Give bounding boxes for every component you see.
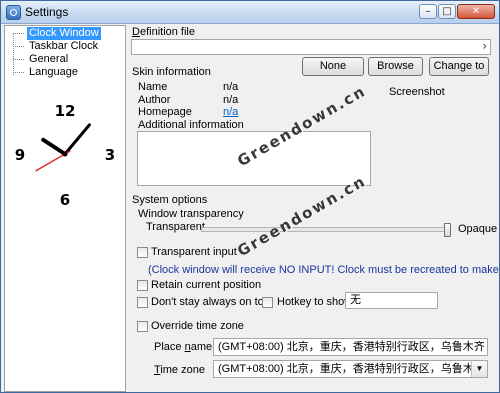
skin-homepage-key: Homepage <box>138 106 192 118</box>
transparent-label: Transparent <box>146 221 205 233</box>
window-title: Settings <box>25 5 69 19</box>
change-to-button[interactable]: Change to <box>429 57 489 76</box>
time-zone-select[interactable]: (GMT+08:00) 北京，重庆，香港特别行政区，乌鲁木齐 ▼ <box>213 360 488 378</box>
transparency-slider-track[interactable] <box>201 227 449 232</box>
clock-center <box>62 151 68 157</box>
clock-numeral-6: 6 <box>60 191 70 209</box>
close-button[interactable]: ✕ <box>457 4 495 19</box>
skin-author-value: n/a <box>223 94 239 106</box>
transparent-input-note: (Clock window will receive NO INPUT! Clo… <box>148 264 499 276</box>
definition-file-label: Definition file <box>132 26 195 38</box>
sidebar-item-language[interactable]: Language <box>13 66 80 79</box>
transparency-label: Window transparency <box>138 208 244 220</box>
clock-minute-hand <box>63 123 91 156</box>
hotkey-input[interactable]: 无 <box>345 292 438 309</box>
skin-homepage-link[interactable]: n/a <box>223 106 238 118</box>
maximize-button[interactable]: □ <box>438 4 456 19</box>
chevron-down-icon: ▼ <box>471 361 487 377</box>
hotkey-checkbox[interactable] <box>262 297 273 308</box>
skin-author-key: Author <box>138 94 171 106</box>
system-options-header: System options <box>132 194 208 206</box>
skin-name-key: Name <box>138 81 168 93</box>
sidebar-item-general[interactable]: General <box>13 53 70 66</box>
browse-button[interactable]: Browse <box>368 57 423 76</box>
sidebar-item-taskbar-clock[interactable]: Taskbar Clock <box>13 40 100 53</box>
title-bar[interactable]: Settings – □ ✕ <box>1 1 499 24</box>
additional-info-label: Additional information <box>138 119 244 131</box>
clock-numeral-3: 3 <box>105 146 115 164</box>
skin-name-value: n/a <box>223 81 239 93</box>
app-icon <box>6 5 21 20</box>
override-tz-checkbox[interactable] <box>137 321 148 332</box>
dont-stay-on-top-checkbox[interactable] <box>137 297 148 308</box>
hotkey-label: Hotkey to show <box>277 296 353 308</box>
definition-file-input[interactable]: › <box>131 39 491 55</box>
additional-info-textarea[interactable] <box>137 131 371 186</box>
time-zone-label: Time zone <box>154 364 205 376</box>
transparency-slider-thumb[interactable] <box>444 223 451 237</box>
place-name-input[interactable]: (GMT+08:00) 北京，重庆，香港特别行政区，乌鲁木齐 <box>213 338 488 356</box>
minimize-button[interactable]: – <box>419 4 437 19</box>
none-button[interactable]: None <box>302 57 364 76</box>
sidebar-item-label: Taskbar Clock <box>29 40 99 52</box>
settings-window: Settings – □ ✕ Clock Window Taskbar Cloc… <box>0 0 500 393</box>
clock-preview: 12 3 6 9 <box>15 102 115 209</box>
skin-info-header: Skin information <box>132 66 211 78</box>
sidebar-item-label: General <box>29 53 69 65</box>
screenshot-label: Screenshot <box>389 86 445 98</box>
dont-stay-on-top-label: Don't stay always on top <box>151 296 270 308</box>
retain-position-checkbox[interactable] <box>137 280 148 291</box>
override-tz-label: Override time zone <box>151 320 244 332</box>
sidebar-item-label: Clock Window <box>27 27 101 40</box>
sidebar-item-label: Language <box>29 66 78 78</box>
sidebar-item-clock-window[interactable]: Clock Window <box>13 27 101 40</box>
settings-content: Definition file › None Browse Change to … <box>128 24 499 392</box>
transparent-input-label: Transparent input <box>151 246 237 258</box>
opaque-label: Opaque <box>458 223 498 235</box>
clock-numeral-12: 12 <box>55 102 76 120</box>
transparent-input-checkbox[interactable] <box>137 247 148 258</box>
file-browse-caret-icon: › <box>482 39 487 53</box>
retain-position-label: Retain current position <box>151 279 262 291</box>
clock-hour-hand <box>41 137 67 156</box>
clock-numeral-9: 9 <box>15 146 25 164</box>
sidebar-tree: Clock Window Taskbar Clock General Langu… <box>4 25 126 392</box>
place-name-label: Place name <box>154 341 213 353</box>
